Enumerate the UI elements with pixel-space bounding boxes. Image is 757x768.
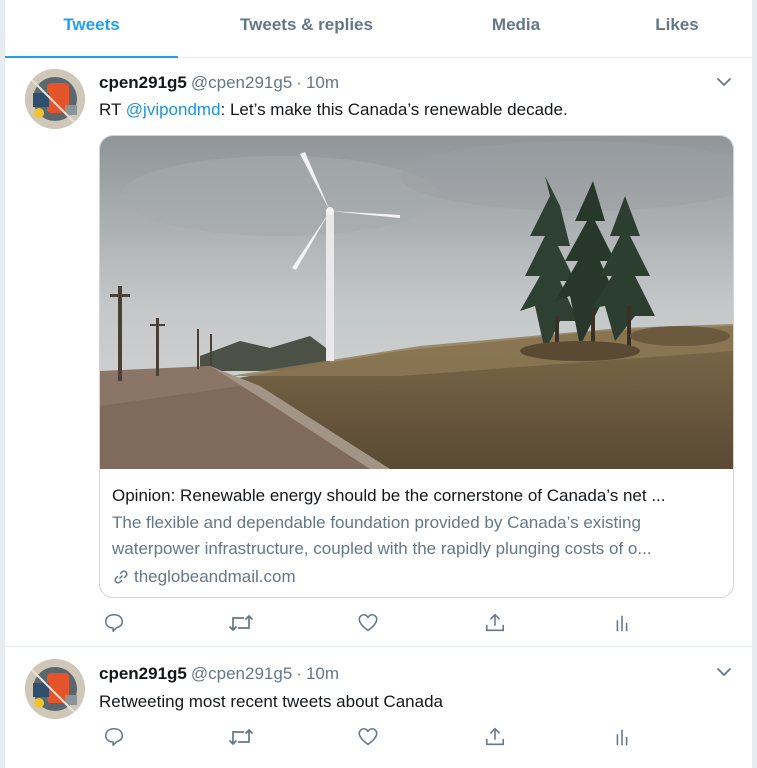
user-handle[interactable]: @cpen291g5 (191, 73, 292, 92)
analytics-icon[interactable] (611, 726, 635, 750)
tweet-timestamp[interactable]: 10m (306, 664, 339, 683)
card-description-line: waterpower infrastructure, coupled with … (112, 539, 652, 558)
profile-timeline: Tweets Tweets & replies Media Likes cpen… (4, 0, 753, 768)
wind-turbine-photo[interactable] (100, 136, 733, 469)
tweet-actions (99, 726, 639, 750)
retweet-icon[interactable] (228, 612, 254, 636)
tweet-text: Retweeting most recent tweets about Cana… (99, 692, 443, 711)
card-title: Opinion: Renewable energy should be the … (112, 486, 666, 505)
tweet[interactable]: cpen291g5 @cpen291g5 · 10m Retweeting most … (5, 647, 752, 768)
retweet-prefix: RT (99, 100, 126, 119)
tweet-text: RT @jvipondmd: Let’s make this Canada’s … (99, 100, 568, 120)
tab-tweets[interactable]: Tweets (5, 0, 178, 56)
share-icon[interactable] (484, 726, 508, 750)
share-icon[interactable] (484, 612, 508, 636)
tweet-header: cpen291g5 @cpen291g5 · 10m (99, 664, 339, 684)
analytics-icon[interactable] (611, 612, 635, 636)
link-icon (114, 570, 128, 584)
reply-icon[interactable] (103, 726, 127, 750)
card-domain: theglobeandmail.com (112, 564, 717, 590)
retweet-icon[interactable] (228, 726, 254, 750)
link-card[interactable]: Opinion: Renewable energy should be the … (99, 135, 734, 598)
card-text: Opinion: Renewable energy should be the … (112, 484, 717, 590)
avatar[interactable] (25, 69, 85, 129)
like-icon[interactable] (357, 612, 381, 636)
tweet-text-rest: : Let’s make this Canada’s renewable dec… (220, 100, 568, 119)
reply-icon[interactable] (103, 612, 127, 636)
tweet-header: cpen291g5 @cpen291g5 · 10m (99, 73, 339, 93)
like-icon[interactable] (357, 726, 381, 750)
tweet-actions (99, 612, 639, 636)
card-description: The flexible and dependable foundation p… (112, 510, 717, 562)
tab-tweets-replies[interactable]: Tweets & replies (178, 0, 435, 56)
tab-likes[interactable]: Likes (602, 0, 752, 56)
tab-media[interactable]: Media (420, 0, 612, 56)
separator-dot: · (296, 73, 302, 92)
avatar[interactable] (25, 659, 85, 719)
card-description-line: The flexible and dependable foundation p… (112, 513, 641, 532)
card-domain-text: theglobeandmail.com (134, 567, 296, 586)
separator-dot: · (296, 664, 302, 683)
chevron-down-icon[interactable] (716, 665, 732, 677)
user-handle[interactable]: @cpen291g5 (191, 664, 292, 683)
profile-tabs: Tweets Tweets & replies Media Likes (5, 0, 752, 58)
tweet-timestamp[interactable]: 10m (306, 73, 339, 92)
tweet[interactable]: cpen291g5 @cpen291g5 · 10m RT @jvipondmd: L… (5, 57, 752, 647)
display-name[interactable]: cpen291g5 (99, 73, 187, 92)
mention-link[interactable]: @jvipondmd (126, 100, 221, 119)
chevron-down-icon[interactable] (716, 75, 732, 87)
display-name[interactable]: cpen291g5 (99, 664, 187, 683)
